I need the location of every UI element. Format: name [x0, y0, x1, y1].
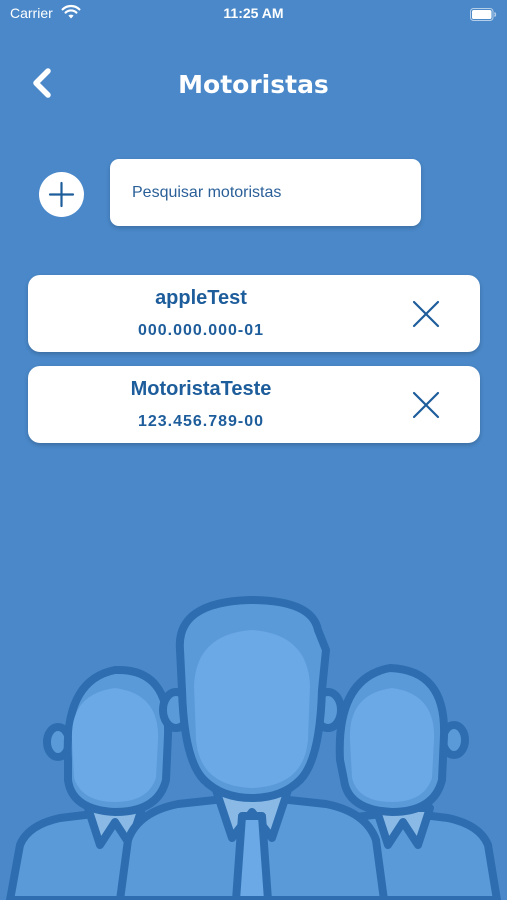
driver-name: appleTest — [155, 287, 247, 309]
remove-driver-button[interactable] — [411, 390, 441, 420]
close-icon — [412, 391, 440, 419]
close-icon — [412, 300, 440, 328]
driver-card[interactable]: appleTest 000.000.000-01 — [28, 275, 480, 352]
add-driver-button[interactable] — [39, 172, 84, 217]
page-title: Motoristas — [178, 70, 329, 99]
driver-cpf: 000.000.000-01 — [137, 322, 265, 339]
status-bar: Carrier 11:25 AM — [0, 0, 507, 30]
plus-icon — [48, 181, 75, 208]
driver-cpf: 123.456.789-00 — [137, 413, 265, 430]
status-time: 11:25 AM — [223, 5, 284, 21]
drivers-group-illustration — [6, 596, 501, 900]
driver-name: MotoristaTeste — [130, 378, 272, 400]
battery-icon — [470, 6, 497, 25]
driver-card[interactable]: MotoristaTeste 123.456.789-00 — [28, 366, 480, 443]
remove-driver-button[interactable] — [411, 299, 441, 329]
search-input[interactable] — [132, 159, 412, 226]
search-box — [110, 159, 421, 226]
